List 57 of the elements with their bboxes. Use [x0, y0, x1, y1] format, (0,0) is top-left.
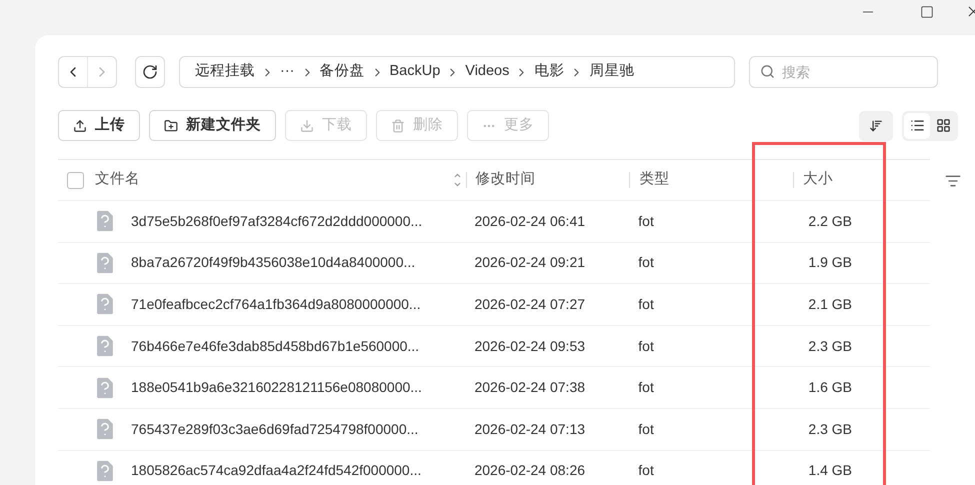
- modified-time: 2026-02-24 08:26: [474, 462, 586, 478]
- file-size: 1.6 GB: [808, 378, 852, 398]
- file-size: 1.4 GB: [808, 461, 852, 480]
- refresh-icon: [142, 64, 158, 80]
- maximize-icon[interactable]: [920, 4, 934, 18]
- file-type: fot: [638, 212, 654, 229]
- breadcrumb-item[interactable]: BackUp: [390, 61, 440, 83]
- file-type: fot: [638, 379, 654, 396]
- file-name[interactable]: 8ba7a26720f49f9b4356038e10d4a8400000...: [131, 252, 416, 274]
- file-name[interactable]: 3d75e5b268f0ef97af3284cf672d2ddd000000...: [131, 210, 422, 232]
- file-name[interactable]: 1805826ac574ca92dfaa4a2f24fd542f000000...: [131, 460, 422, 482]
- search-field[interactable]: 搜索: [749, 56, 938, 88]
- modified-time: 2026-02-24 07:27: [474, 296, 586, 312]
- select-all-checkbox[interactable]: [67, 172, 84, 188]
- column-settings-icon[interactable]: [945, 173, 961, 189]
- folder-plus-icon: [164, 118, 178, 132]
- file-type: fot: [638, 254, 654, 270]
- file-size: 2.3 GB: [808, 336, 852, 356]
- list-view-icon: [910, 118, 924, 133]
- file-type: fot: [638, 462, 654, 478]
- column-header[interactable]: 修改时间: [476, 169, 536, 191]
- file-name[interactable]: 765437e289f03c3ae6d69fad7254798f00000...: [131, 418, 418, 440]
- modified-time: 2026-02-24 06:41: [474, 212, 586, 229]
- refresh-button[interactable]: [135, 56, 165, 88]
- file-type: fot: [638, 420, 654, 437]
- breadcrumb-item[interactable]: 周星驰: [589, 61, 634, 83]
- file-name[interactable]: 188e0541b9a6e32160228121156e08080000...: [131, 377, 422, 398]
- column-header[interactable]: 文件名: [95, 169, 140, 191]
- download-icon: [300, 118, 314, 132]
- column-header[interactable]: 类型: [639, 169, 670, 191]
- breadcrumb-item[interactable]: 备份盘: [320, 61, 364, 83]
- file-size: 2.1 GB: [808, 294, 852, 314]
- file-size: 2.3 GB: [808, 420, 852, 439]
- upload-button[interactable]: 上传: [58, 110, 140, 141]
- sort-icon: [869, 118, 883, 132]
- view-mode-button[interactable]: [904, 112, 930, 138]
- search-icon: [760, 64, 775, 79]
- modified-time: 2026-02-24 07:13: [474, 420, 586, 437]
- breadcrumb-item[interactable]: Videos: [465, 61, 510, 83]
- file-name[interactable]: 71e0feafbcec2cf764a1fb364d9a8080000000...: [131, 294, 421, 315]
- new-folder-button[interactable]: 新建文件夹: [149, 110, 276, 141]
- file-type: fot: [638, 296, 654, 312]
- modified-time: 2026-02-24 09:21: [474, 254, 586, 270]
- trash-icon: [391, 118, 405, 132]
- file-size: 2.2 GB: [808, 212, 852, 231]
- file-size: 1.9 GB: [808, 253, 852, 272]
- file-name[interactable]: 76b466e7e46fe3dab85d458bd67b1e560000...: [131, 336, 420, 357]
- breadcrumb-item[interactable]: 电影: [534, 61, 564, 83]
- breadcrumb-item[interactable]: 远程挂载: [195, 61, 255, 83]
- sort-button[interactable]: [859, 110, 893, 140]
- breadcrumb-item[interactable]: ···: [280, 61, 294, 83]
- modified-time: 2026-02-24 09:53: [474, 338, 586, 354]
- column-header[interactable]: 大小: [803, 169, 834, 191]
- modified-time: 2026-02-24 07:38: [474, 379, 586, 396]
- file-type: fot: [638, 338, 654, 354]
- upload-icon: [73, 118, 87, 132]
- grid-view-icon: [936, 118, 950, 133]
